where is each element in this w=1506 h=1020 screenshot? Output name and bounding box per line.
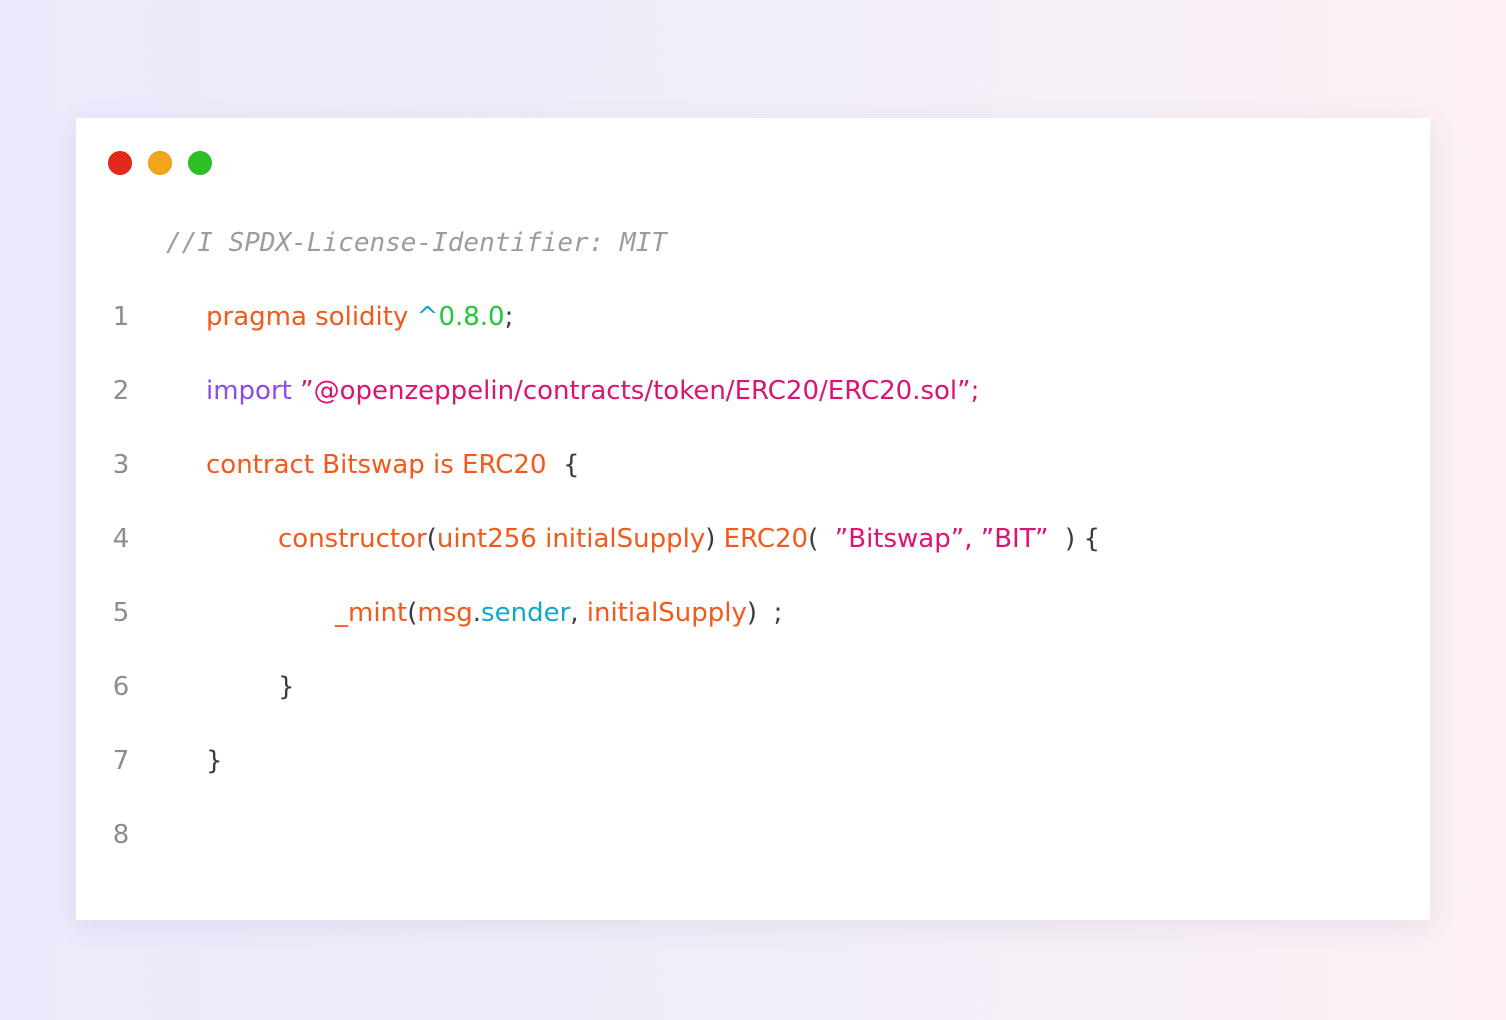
close-paren: ) — [1065, 524, 1076, 554]
constructor-declaration: constructor(uint256 initialSupply) ERC20… — [278, 502, 1100, 576]
code-line-2: 2 pragma solidity ^0.8.0; — [76, 280, 1430, 406]
open-brace: { — [563, 450, 580, 480]
token-symbol-string: ”BIT” — [980, 524, 1049, 554]
open-brace: { — [1083, 524, 1101, 554]
base-contract: ERC20 — [723, 524, 809, 554]
pragma-keyword: pragma solidity — [206, 302, 409, 332]
contract-declaration: contract Bitswap is ERC20 { — [206, 428, 580, 502]
solidity-version: 0.8.0 — [438, 302, 505, 332]
open-paren: ( — [407, 598, 418, 628]
close-paren: ) — [746, 598, 758, 628]
constructor-keyword: constructor — [278, 524, 427, 554]
import-statement: import ”@openzeppelin/contracts/token/ER… — [206, 354, 979, 428]
maximize-window-icon[interactable] — [188, 151, 212, 175]
semicolon: ; — [504, 302, 514, 332]
semicolon: ; — [773, 598, 783, 628]
comma: , — [570, 598, 579, 628]
code-line-5: 5 constructor(uint256 initialSupply) ERC… — [76, 502, 1430, 628]
code-line-4: 4 contract Bitswap is ERC20 { — [76, 428, 1430, 554]
mint-function: _mint — [335, 598, 408, 628]
close-paren: ) — [705, 524, 716, 554]
token-name-string: ”Bitswap” — [834, 524, 965, 554]
code-line-7: 7 } — [76, 650, 1430, 776]
open-paren: ( — [808, 524, 819, 554]
code-line-8: 8 } — [76, 724, 1430, 850]
close-window-icon[interactable] — [108, 151, 132, 175]
code-line-1: 1 //I SPDX-License-Identifier: MIT — [76, 206, 1430, 332]
close-brace: } — [278, 672, 295, 702]
close-brace: } — [206, 746, 223, 776]
code-line-6: 6 _mint(msg.sender, initialSupply) ; — [76, 576, 1430, 702]
open-paren: ( — [426, 524, 437, 554]
contract-decl: contract Bitswap is ERC20 — [206, 450, 547, 480]
line-number: 8 — [112, 820, 130, 850]
code-line-3: 3 import ”@openzeppelin/contracts/token/… — [76, 354, 1430, 480]
code-window: 1 //I SPDX-License-Identifier: MIT 2 pra… — [76, 118, 1430, 920]
sender-property: sender — [481, 598, 571, 628]
code-editor[interactable]: 1 //I SPDX-License-Identifier: MIT 2 pra… — [76, 206, 1430, 850]
license-comment: //I SPDX-License-Identifier: MIT — [166, 228, 667, 258]
mint-call: _mint(msg.sender, initialSupply) ; — [335, 576, 782, 650]
pragma-statement: pragma solidity ^0.8.0; — [206, 280, 513, 354]
comma: , — [964, 524, 973, 554]
import-keyword: import — [206, 376, 292, 406]
window-controls — [108, 151, 212, 175]
version-caret: ^ — [416, 302, 439, 332]
constructor-params: uint256 initialSupply — [436, 524, 706, 554]
mint-argument: initialSupply — [586, 598, 747, 628]
dot: . — [472, 598, 482, 628]
minimize-window-icon[interactable] — [148, 151, 172, 175]
msg-object: msg — [417, 598, 473, 628]
import-path: ”@openzeppelin/contracts/token/ERC20/ERC… — [300, 376, 980, 406]
